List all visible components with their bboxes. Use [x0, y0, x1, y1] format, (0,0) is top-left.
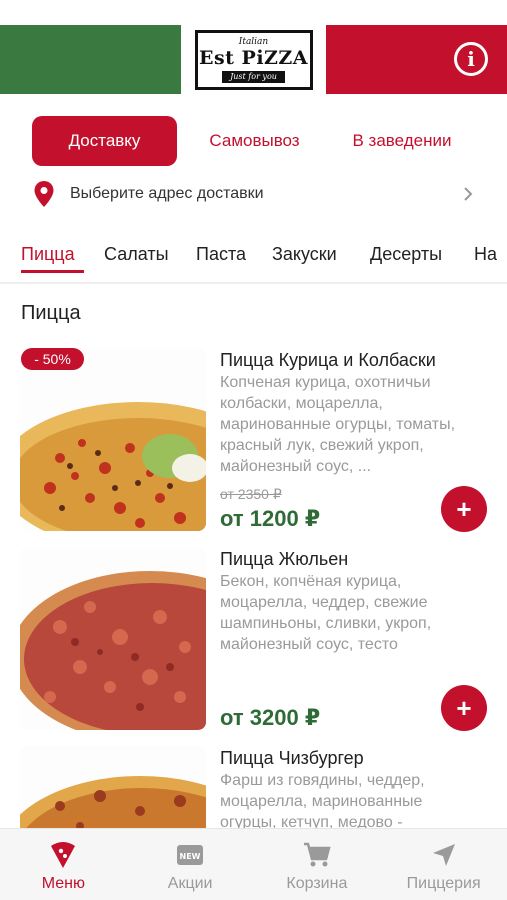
product-title: Пицца Жюльен: [220, 549, 349, 569]
chevron-right-icon: [462, 186, 474, 202]
tab-delivery[interactable]: Доставку: [32, 116, 177, 166]
nav-cart-label: Корзина: [286, 875, 348, 892]
section-title: Пицца: [21, 302, 81, 324]
logo-main: Est PiZZA: [198, 46, 309, 69]
category-tab-pizza[interactable]: Пицца: [21, 244, 75, 265]
flag-green-band: [0, 25, 181, 94]
logo: Italian Est PiZZA Just for you: [194, 29, 313, 90]
new-badge-icon: NEW: [176, 841, 204, 869]
info-icon[interactable]: i: [454, 42, 488, 76]
product-old-price: от 2350 ₽: [220, 486, 282, 502]
product-card[interactable]: Пицца Жюльен Бекон, копчёная курица, моц…: [0, 547, 507, 737]
logo-sub: Just for you: [222, 70, 285, 83]
active-category-underline: [21, 270, 84, 273]
header: Italian Est PiZZA Just for you i: [0, 25, 507, 94]
tab-dine-in[interactable]: В заведении: [332, 116, 472, 166]
flag-red-band: i: [326, 25, 507, 94]
product-price: от 3200 ₽: [220, 705, 321, 730]
nav-cart[interactable]: Корзина: [254, 829, 381, 900]
category-tab-salads[interactable]: Салаты: [104, 244, 169, 265]
pizza-slice-icon: [49, 841, 77, 869]
logo-script: Italian: [238, 36, 269, 47]
product-description: Копченая курица, охотничьи колбаски, моц…: [220, 374, 456, 475]
flag-white-band: Italian Est PiZZA Just for you: [181, 25, 326, 94]
cart-icon: [303, 841, 331, 869]
category-tab-pasta[interactable]: Паста: [196, 244, 246, 265]
discount-badge: - 50%: [21, 348, 84, 370]
nav-menu-label: Меню: [41, 875, 85, 892]
product-image: [20, 547, 206, 730]
tab-pickup[interactable]: Самовывоз: [177, 116, 332, 166]
product-title: Пицца Чизбургер: [220, 748, 364, 768]
add-to-cart-button[interactable]: +: [441, 685, 487, 731]
location-pin-icon: [34, 181, 54, 207]
nav-pizzeria-label: Пиццерия: [406, 875, 481, 892]
address-selector[interactable]: Выберите адрес доставки: [34, 178, 474, 210]
nav-promo[interactable]: NEW Акции: [127, 829, 254, 900]
address-label: Выберите адрес доставки: [70, 185, 264, 202]
product-description: Бекон, копчёная курица, моцарелла, чедде…: [220, 573, 432, 653]
product-image: [20, 348, 206, 531]
category-tab-more[interactable]: На: [474, 244, 497, 265]
category-tab-desserts[interactable]: Десерты: [370, 244, 442, 265]
bottom-navigation: Меню NEW Акции Корзина Пиццерия: [0, 828, 507, 900]
product-card[interactable]: - 50% Пицца Курица и Колбаски Копченая к…: [0, 348, 507, 538]
add-to-cart-button[interactable]: +: [441, 486, 487, 532]
svg-text:NEW: NEW: [180, 852, 201, 861]
nav-pizzeria[interactable]: Пиццерия: [380, 829, 507, 900]
location-arrow-icon: [430, 841, 458, 869]
category-tabs: Пицца Салаты Паста Закуски Десерты На: [0, 236, 507, 284]
product-title: Пицца Курица и Колбаски: [220, 350, 436, 370]
category-tab-snacks[interactable]: Закуски: [272, 244, 337, 265]
product-description: Фарш из говядины, чеддер, моцарелла, мар…: [220, 772, 425, 831]
product-price: от 1200 ₽: [220, 506, 321, 531]
nav-menu[interactable]: Меню: [0, 829, 127, 900]
order-mode-tabs: Доставку Самовывоз В заведении: [32, 116, 482, 166]
nav-promo-label: Акции: [167, 875, 213, 892]
